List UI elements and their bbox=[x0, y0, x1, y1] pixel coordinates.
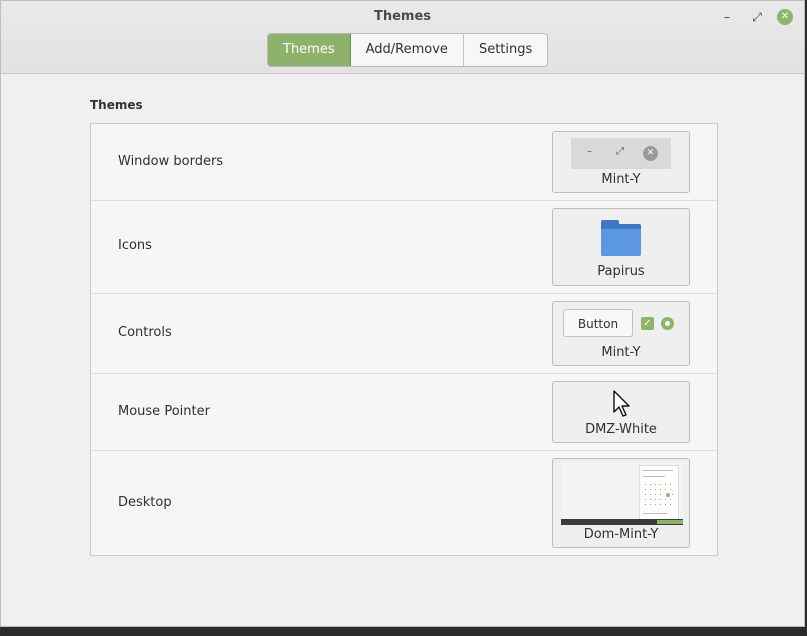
desktop-preview bbox=[561, 463, 683, 525]
row-mouse-pointer: Mouse Pointer DMZ-White bbox=[91, 373, 717, 451]
maximize-icon: ⤢ bbox=[616, 146, 624, 157]
minimize-icon[interactable]: – bbox=[717, 7, 737, 27]
radio-icon bbox=[661, 317, 674, 330]
row-label: Mouse Pointer bbox=[118, 404, 210, 419]
tab-themes[interactable]: Themes bbox=[268, 34, 351, 66]
close-icon[interactable]: ✕ bbox=[777, 9, 793, 25]
row-label: Controls bbox=[118, 325, 172, 340]
section-title: Themes bbox=[90, 98, 143, 112]
theme-name: Mint-Y bbox=[601, 345, 641, 360]
row-desktop: Desktop Dom-Mint-Y bbox=[91, 450, 717, 555]
window-borders-preview: – ⤢ ✕ bbox=[571, 138, 671, 169]
row-label: Icons bbox=[118, 238, 152, 253]
theme-name: Dom-Mint-Y bbox=[583, 527, 659, 542]
cursor-icon bbox=[613, 390, 630, 417]
check-icon: ✓ bbox=[641, 317, 654, 330]
window-borders-theme-button[interactable]: – ⤢ ✕ Mint-Y bbox=[552, 131, 690, 193]
mouse-pointer-theme-button[interactable]: DMZ-White bbox=[552, 381, 690, 443]
folder-icon bbox=[601, 220, 641, 256]
sample-button: Button bbox=[563, 309, 633, 337]
minimize-icon: – bbox=[587, 146, 592, 157]
maximize-icon[interactable]: ⤢ bbox=[747, 7, 767, 27]
row-label: Window borders bbox=[118, 154, 224, 169]
row-label: Desktop bbox=[118, 495, 172, 510]
window-title: Themes bbox=[373, 9, 432, 24]
panel-preview bbox=[561, 519, 683, 525]
tab-add-remove[interactable]: Add/Remove bbox=[350, 34, 464, 66]
themes-window: Themes – ⤢ ✕ Themes Add/Remove Settings … bbox=[0, 0, 805, 627]
themes-list: Window borders – ⤢ ✕ Mint-Y Icons Papiru… bbox=[90, 123, 718, 556]
theme-name: DMZ-White bbox=[585, 422, 657, 437]
calendar-preview bbox=[639, 465, 679, 521]
stack-switcher: Themes Add/Remove Settings bbox=[267, 33, 549, 67]
desktop-theme-button[interactable]: Dom-Mint-Y bbox=[552, 458, 690, 548]
row-window-borders: Window borders – ⤢ ✕ Mint-Y bbox=[91, 124, 717, 201]
icons-theme-button[interactable]: Papirus bbox=[552, 208, 690, 286]
close-icon: ✕ bbox=[643, 146, 658, 161]
theme-name: Papirus bbox=[597, 264, 645, 279]
tab-settings[interactable]: Settings bbox=[463, 34, 548, 66]
controls-theme-button[interactable]: Button ✓ Mint-Y bbox=[552, 301, 690, 366]
row-controls: Controls Button ✓ Mint-Y bbox=[91, 293, 717, 374]
theme-name: Mint-Y bbox=[601, 172, 641, 187]
header-bar: Themes – ⤢ ✕ Themes Add/Remove Settings bbox=[1, 1, 804, 74]
row-icons: Icons Papirus bbox=[91, 200, 717, 294]
